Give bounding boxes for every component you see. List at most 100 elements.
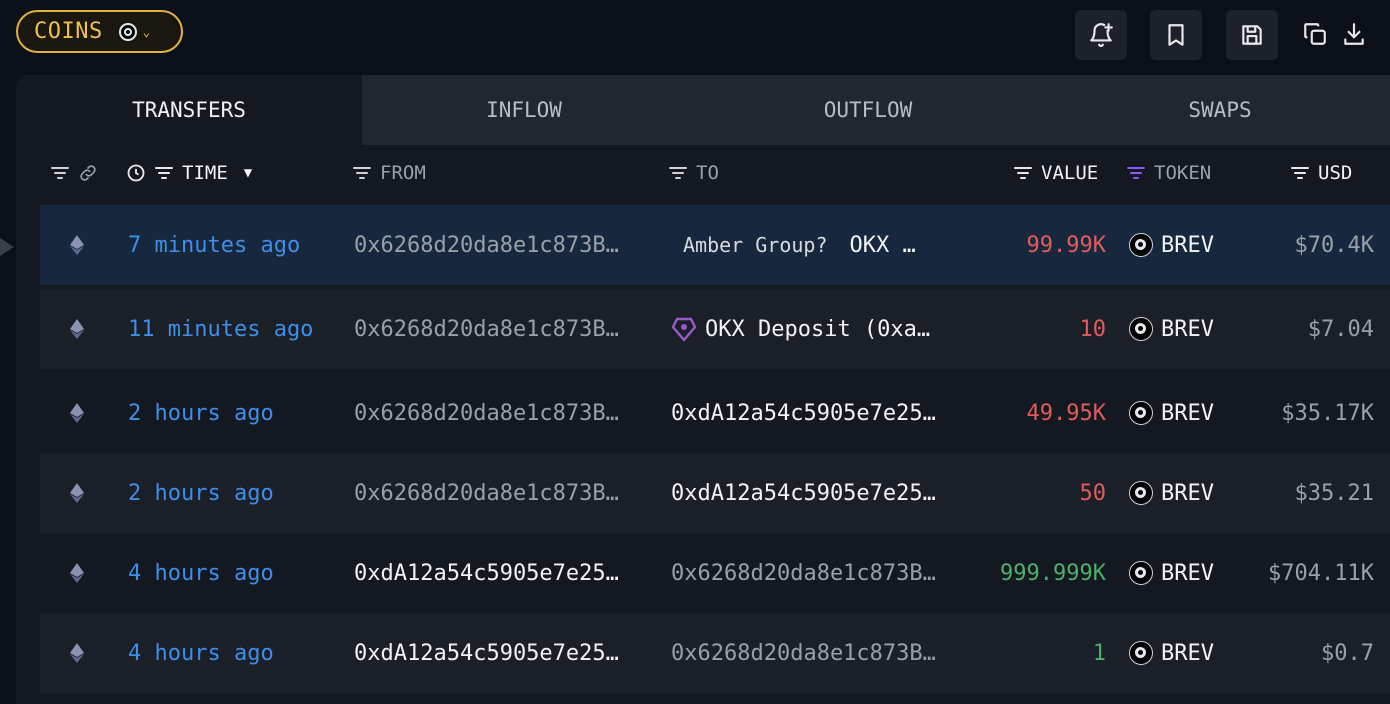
transfers-panel: TRANSFERS INFLOW OUTFLOW SWAPS TIME ▼ FR… — [16, 75, 1390, 704]
value-amount: 99.99K — [1026, 232, 1106, 258]
tab-transfers[interactable]: TRANSFERS — [16, 75, 362, 145]
brev-token-icon — [1129, 401, 1153, 425]
token-link[interactable]: BREV — [1129, 373, 1214, 453]
clock-icon — [127, 164, 145, 182]
ethereum-icon — [70, 373, 86, 453]
value-amount: 999.999K — [1000, 560, 1106, 586]
value-header-label: VALUE — [1041, 162, 1099, 184]
to-entity-name: OKX … — [849, 232, 916, 258]
to-address-text: 0xdA12a54c5905e7e25… — [671, 400, 936, 426]
token-link[interactable]: BREV — [1129, 613, 1214, 693]
link-icon — [80, 165, 96, 181]
brev-token-icon — [1129, 561, 1153, 585]
from-address-text: 0xdA12a54c5905e7e25… — [354, 640, 619, 666]
usd-amount: $704.11K — [1268, 560, 1374, 586]
brev-token-icon — [1129, 481, 1153, 505]
time-header-label: TIME — [182, 162, 228, 184]
from-address[interactable]: 0x6268d20da8e1c873B… — [354, 373, 646, 453]
filter-active-icon — [1127, 167, 1145, 179]
value-amount: 49.95K — [1026, 400, 1106, 426]
from-address[interactable]: 0xdA12a54c5905e7e25… — [354, 533, 646, 613]
usd-column-header[interactable]: USD — [1290, 151, 1352, 195]
usd-amount: $35.21 — [1294, 480, 1374, 506]
coins-dropdown[interactable]: COINS ⌄ — [16, 10, 183, 53]
time-column-header[interactable]: TIME ▼ — [126, 151, 252, 195]
token-column-header[interactable]: TOKEN — [1126, 151, 1211, 195]
to-address[interactable]: 0xdA12a54c5905e7e25… — [671, 373, 965, 453]
token-link[interactable]: BREV — [1129, 533, 1214, 613]
tab-bar: TRANSFERS INFLOW OUTFLOW SWAPS — [16, 75, 1390, 145]
from-column-header[interactable]: FROM — [352, 151, 426, 195]
row-filter-header[interactable] — [50, 151, 98, 195]
to-entity[interactable]: Amber Group? OKX … — [671, 205, 965, 285]
collapse-handle-icon[interactable] — [0, 238, 14, 256]
tab-swaps[interactable]: SWAPS — [1050, 75, 1390, 145]
from-address-text: 0x6268d20da8e1c873B… — [354, 480, 619, 506]
ethereum-icon — [70, 533, 86, 613]
to-address[interactable]: 0xdA12a54c5905e7e25… — [671, 453, 965, 533]
bookmark-button[interactable] — [1150, 10, 1202, 60]
table-row[interactable]: 11 minutes ago 0x6268d20da8e1c873B… OKX … — [40, 289, 1390, 369]
usd-amount: $70.4K — [1294, 232, 1374, 258]
to-entity-label: Amber Group? — [683, 233, 828, 257]
token-link[interactable]: BREV — [1129, 205, 1214, 285]
time-link[interactable]: 2 hours ago — [128, 453, 274, 533]
ethereum-icon — [70, 453, 86, 533]
usd-header-label: USD — [1318, 162, 1353, 184]
table-row[interactable]: 2 hours ago 0x6268d20da8e1c873B… 0xdA12a… — [40, 453, 1390, 533]
usd-amount: $35.17K — [1281, 400, 1374, 426]
to-entity[interactable]: OKX Deposit (0xa… — [671, 289, 965, 369]
to-column-header[interactable]: TO — [668, 151, 719, 195]
from-address[interactable]: 0x6268d20da8e1c873B… — [354, 453, 646, 533]
from-address[interactable]: 0x6268d20da8e1c873B… — [354, 289, 646, 369]
ethereum-icon — [70, 289, 86, 369]
usd-amount: $7.04 — [1307, 316, 1374, 342]
token-symbol: BREV — [1161, 316, 1214, 342]
time-link[interactable]: 4 hours ago — [128, 613, 274, 693]
token-symbol: BREV — [1161, 232, 1214, 258]
time-link[interactable]: 4 hours ago — [128, 533, 274, 613]
ethereum-icon — [70, 613, 86, 693]
time-link[interactable]: 2 hours ago — [128, 373, 274, 453]
to-address[interactable]: 0x6268d20da8e1c873B… — [671, 613, 965, 693]
from-address-text: 0x6268d20da8e1c873B… — [354, 316, 619, 342]
filter-icon — [1014, 167, 1032, 179]
token-header-label: TOKEN — [1154, 162, 1212, 184]
token-symbol: BREV — [1161, 400, 1214, 426]
brev-token-icon — [1129, 233, 1153, 257]
from-address[interactable]: 0xdA12a54c5905e7e25… — [354, 613, 646, 693]
table-row[interactable]: 7 minutes ago 0x6268d20da8e1c873B… Amber… — [40, 205, 1390, 285]
from-address-text: 0x6268d20da8e1c873B… — [354, 232, 619, 258]
table-row[interactable]: 2 hours ago 0x6268d20da8e1c873B… 0xdA12a… — [40, 373, 1390, 453]
tab-inflow[interactable]: INFLOW — [362, 75, 686, 145]
download-icon — [1344, 23, 1364, 45]
brev-token-icon — [1129, 641, 1153, 665]
time-link[interactable]: 7 minutes ago — [128, 205, 300, 285]
brev-token-icon — [1129, 317, 1153, 341]
to-address-text: 0x6268d20da8e1c873B… — [671, 640, 936, 666]
token-symbol: BREV — [1161, 480, 1214, 506]
sort-desc-icon[interactable]: ▼ — [244, 165, 252, 181]
save-button[interactable] — [1226, 10, 1278, 60]
to-address-text: 0x6268d20da8e1c873B… — [671, 560, 936, 586]
token-link[interactable]: BREV — [1129, 289, 1214, 369]
copy-icon — [1304, 23, 1326, 45]
filter-icon — [155, 167, 173, 179]
from-address-text: 0xdA12a54c5905e7e25… — [354, 560, 619, 586]
time-link[interactable]: 11 minutes ago — [128, 289, 313, 369]
value-column-header[interactable]: VALUE — [1013, 151, 1098, 195]
tab-outflow[interactable]: OUTFLOW — [686, 75, 1050, 145]
token-link[interactable]: BREV — [1129, 453, 1214, 533]
copy-button[interactable] — [1300, 16, 1330, 52]
to-address[interactable]: 0x6268d20da8e1c873B… — [671, 533, 965, 613]
from-address[interactable]: 0x6268d20da8e1c873B… — [354, 205, 646, 285]
token-icon — [118, 22, 137, 41]
add-alert-button[interactable] — [1075, 10, 1127, 60]
table-row[interactable]: 4 hours ago 0xdA12a54c5905e7e25… 0x6268d… — [40, 613, 1390, 693]
download-button[interactable] — [1339, 16, 1369, 52]
token-symbol: BREV — [1161, 640, 1214, 666]
to-header-label: TO — [696, 162, 719, 184]
table-row[interactable]: 4 hours ago 0xdA12a54c5905e7e25… 0x6268d… — [40, 533, 1390, 613]
token-symbol: BREV — [1161, 560, 1214, 586]
chevron-down-icon: ⌄ — [142, 24, 150, 39]
